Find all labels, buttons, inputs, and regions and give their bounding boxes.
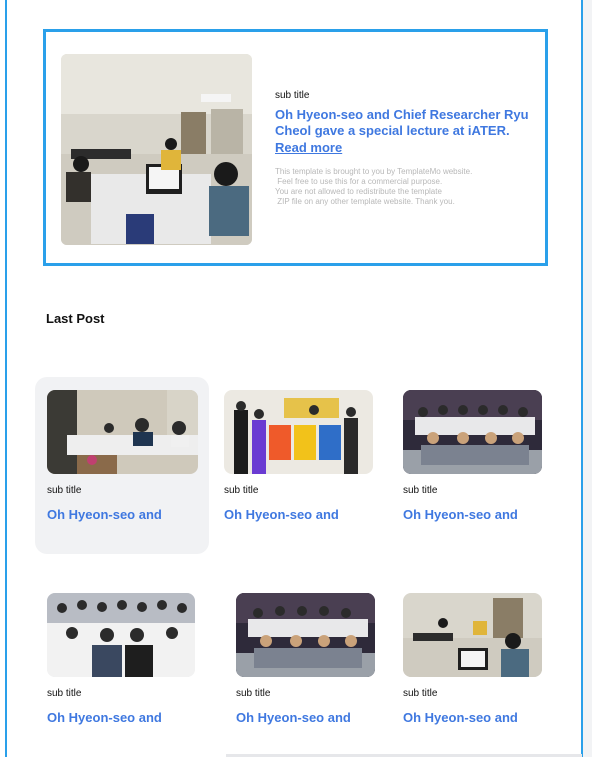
featured-subtitle: sub title	[275, 90, 310, 101]
post-title[interactable]: Oh Hyeon-seo and	[403, 710, 518, 725]
scroll-gutter[interactable]	[583, 0, 592, 757]
post-card[interactable]: sub title Oh Hyeon-seo and	[35, 580, 209, 757]
post-subtitle: sub title	[403, 485, 438, 496]
post-card[interactable]: sub title Oh Hyeon-seo and	[391, 377, 565, 554]
read-more-link[interactable]: Read more	[275, 140, 342, 155]
page-frame-left-border	[5, 0, 7, 757]
post-card[interactable]: sub title Oh Hyeon-seo and	[391, 580, 565, 757]
post-thumbnail[interactable]	[47, 593, 195, 677]
featured-post-card: sub title Oh Hyeon-seo and Chief Researc…	[43, 29, 548, 266]
post-thumbnail[interactable]	[403, 390, 542, 474]
post-title[interactable]: Oh Hyeon-seo and	[224, 507, 339, 522]
post-title[interactable]: Oh Hyeon-seo and	[47, 507, 162, 522]
post-thumbnail[interactable]	[47, 390, 198, 474]
notice-line: You are not allowed to redistribute the …	[275, 187, 442, 196]
featured-post-photo[interactable]	[61, 54, 252, 245]
post-card[interactable]: sub title Oh Hyeon-seo and	[35, 377, 209, 554]
post-subtitle: sub title	[403, 688, 438, 699]
post-title[interactable]: Oh Hyeon-seo and	[403, 507, 518, 522]
post-card[interactable]: sub title Oh Hyeon-seo and	[224, 580, 398, 757]
notice-line: This template is brought to you by Templ…	[275, 167, 473, 176]
post-title[interactable]: Oh Hyeon-seo and	[236, 710, 351, 725]
post-subtitle: sub title	[236, 688, 271, 699]
last-post-heading: Last Post	[46, 311, 105, 326]
post-thumbnail[interactable]	[224, 390, 373, 474]
notice-line: ZIP file on any other template website. …	[275, 197, 455, 206]
post-subtitle: sub title	[47, 485, 82, 496]
template-notice: This template is brought to you by Templ…	[275, 167, 537, 207]
post-subtitle: sub title	[224, 485, 259, 496]
post-subtitle: sub title	[47, 688, 82, 699]
featured-post-meta: sub title Oh Hyeon-seo and Chief Researc…	[275, 90, 537, 207]
notice-line: Feel free to use this for a commercial p…	[275, 177, 443, 186]
featured-headline[interactable]: Oh Hyeon-seo and Chief Researcher Ryu Ch…	[275, 107, 537, 139]
post-thumbnail[interactable]	[236, 593, 375, 677]
post-thumbnail[interactable]	[403, 593, 542, 677]
post-card[interactable]: sub title Oh Hyeon-seo and	[212, 377, 386, 554]
post-title[interactable]: Oh Hyeon-seo and	[47, 710, 162, 725]
